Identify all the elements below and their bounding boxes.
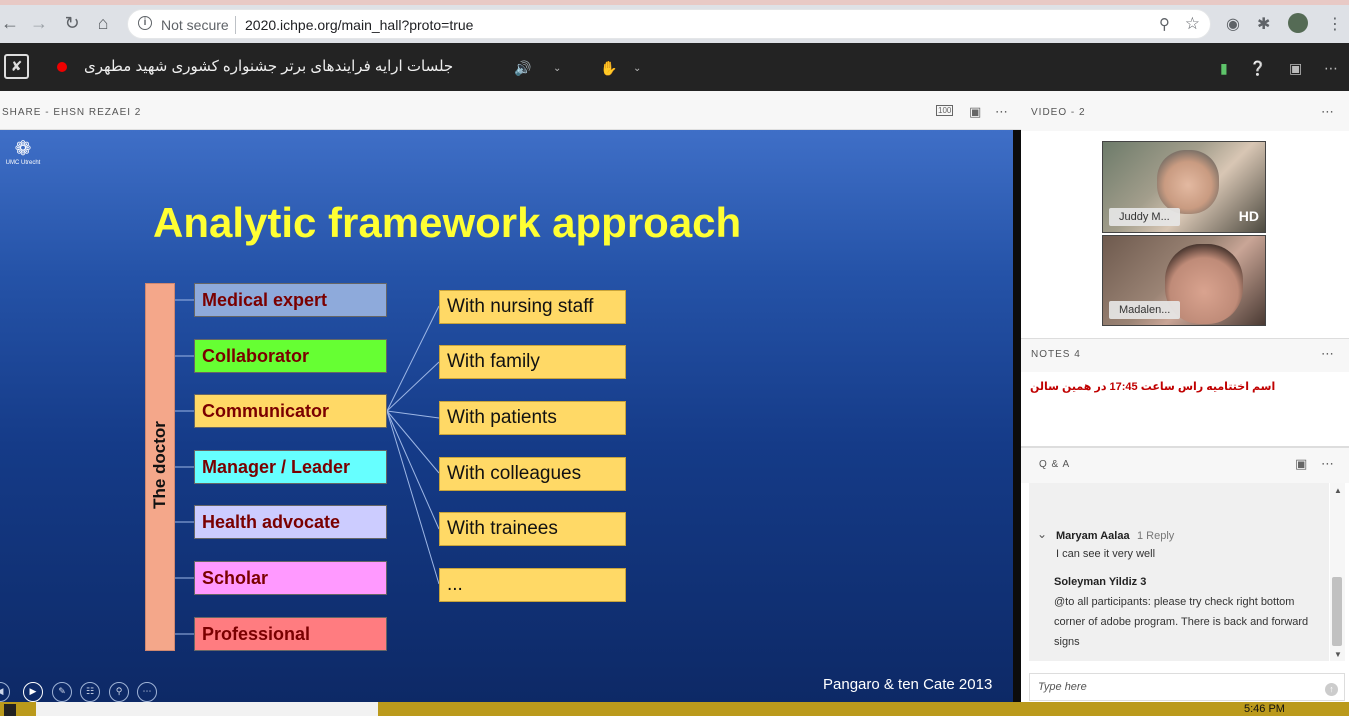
role-manager-leader: Manager / Leader (194, 450, 387, 484)
slide-citation: Pangaro & ten Cate 2013 (823, 676, 993, 693)
slide-title: Analytic framework approach (153, 199, 742, 246)
chevron-down-icon[interactable]: ⌄ (553, 63, 561, 74)
participant-name: Madalen... (1109, 301, 1181, 319)
qa-input[interactable]: Type here (1029, 673, 1345, 701)
qa-author: Soleyman Yildiz 3 (1054, 576, 1147, 588)
role-professional: Professional (194, 617, 387, 651)
with-item: With family (439, 345, 626, 379)
qa-scrollbar-thumb[interactable] (1332, 577, 1342, 646)
more-icon[interactable]: ⋯ (1321, 456, 1334, 472)
help-icon[interactable]: ❔ (1249, 60, 1266, 77)
umc-logo-text: UMC Utrecht (5, 160, 41, 166)
speaker-icon[interactable]: 🔊 (514, 60, 531, 77)
menu-kebab-icon[interactable]: ⋮ (1327, 14, 1343, 34)
hd-badge: HD (1238, 208, 1259, 224)
more-icon[interactable]: ⋯ (1321, 346, 1334, 362)
meeting-title: جلسات ارایه فرایندهای برتر جشنواره کشوری… (84, 58, 454, 75)
profile-avatar[interactable] (1288, 13, 1308, 33)
role-communicator: Communicator (194, 394, 387, 428)
with-item: ... (439, 568, 626, 602)
video-pod-title: VIDEO - 2 (1031, 107, 1086, 118)
zoom-slide-icon[interactable]: ⚲ (109, 682, 129, 702)
qa-message: @to all participants: please try check r… (1054, 596, 1309, 648)
role-medical-expert: Medical expert (194, 283, 387, 317)
taskbar-clock: 5:46 PM (1244, 703, 1285, 715)
notes-pod-title: NOTES 4 (1031, 349, 1081, 360)
share-pod-title: SHARE - EHSN REZAEI 2 (2, 107, 142, 118)
search-icon[interactable]: ⚲ (1159, 15, 1170, 33)
url-text[interactable]: 2020.ichpe.org/main_hall?proto=true (245, 17, 473, 33)
home-icon[interactable]: ⌂ (93, 13, 113, 33)
fullscreen-icon[interactable]: ▣ (1289, 60, 1302, 77)
more-icon[interactable]: ⋯ (1321, 104, 1334, 120)
participant-video (1157, 150, 1219, 214)
participant-name: Juddy M... (1109, 208, 1180, 226)
role-scholar: Scholar (194, 561, 387, 595)
forward-icon[interactable]: → (29, 13, 49, 33)
send-icon[interactable]: ↑ (1325, 683, 1338, 696)
qa-pod-title: Q & A (1039, 459, 1071, 470)
puzzle-icon[interactable]: ✱ (1257, 14, 1270, 34)
more-icon[interactable]: ⋯ (1324, 60, 1338, 77)
raise-hand-icon[interactable]: ✋ (600, 60, 617, 77)
with-item: With colleagues (439, 457, 626, 491)
umc-emblem-icon: ❁ (14, 138, 32, 160)
recording-indicator (57, 62, 67, 72)
video-tile[interactable]: Madalen... (1102, 235, 1266, 326)
qa-reply-count[interactable]: 1 Reply (1137, 530, 1174, 542)
taskbar-search[interactable] (36, 702, 378, 716)
role-health-advocate: Health advocate (194, 505, 387, 539)
extension-icon[interactable]: ◉ (1226, 14, 1240, 34)
app-logo-icon[interactable]: ✘ (4, 54, 29, 79)
role-collaborator: Collaborator (194, 339, 387, 373)
draw-pen-icon[interactable]: ✎ (52, 682, 72, 702)
share-pod-header (0, 91, 1021, 130)
umc-logo: ❁ UMC Utrecht (3, 138, 43, 166)
bookmark-star-icon[interactable]: ☆ (1185, 14, 1200, 34)
more-options-icon[interactable]: ⋯ (137, 682, 157, 702)
scroll-up-icon[interactable]: ▲ (1334, 486, 1342, 495)
with-item: With nursing staff (439, 290, 626, 324)
back-icon[interactable]: ← (0, 13, 20, 33)
fullscreen-icon[interactable]: ▣ (1295, 456, 1307, 472)
doctor-label: The doctor (150, 421, 169, 509)
address-bar[interactable]: i Not secure 2020.ichpe.org/main_hall?pr… (127, 9, 1211, 39)
reload-icon[interactable]: ↻ (62, 13, 82, 33)
play-icon[interactable]: ▶ (23, 682, 43, 702)
zoom-level-icon[interactable]: 100 (936, 105, 954, 116)
scroll-down-icon[interactable]: ▼ (1334, 650, 1342, 659)
security-label: Not secure (161, 17, 229, 33)
info-icon[interactable]: i (138, 16, 152, 30)
qa-message: I can see it very well (1056, 548, 1156, 560)
video-tile[interactable]: Juddy M... HD (1102, 141, 1266, 233)
windows-start-icon[interactable] (4, 704, 16, 716)
divider (235, 16, 236, 34)
pod-divider (1013, 130, 1021, 702)
chevron-down-icon[interactable]: ⌄ (633, 63, 641, 74)
chevron-down-icon[interactable]: ⌄ (1037, 527, 1047, 541)
connection-bars-icon: ▮ (1220, 60, 1228, 76)
thumbnails-icon[interactable]: ☷ (80, 682, 100, 702)
more-icon[interactable]: ⋯ (995, 104, 1008, 120)
with-item: With patients (439, 401, 626, 435)
qa-author: Maryam Aalaa (1056, 530, 1130, 542)
with-item: With trainees (439, 512, 626, 546)
fit-screen-icon[interactable]: ▣ (969, 104, 981, 120)
notes-content: اسم اختتامیه راس ساعت 17:45 در همین سالن (1030, 381, 1276, 393)
